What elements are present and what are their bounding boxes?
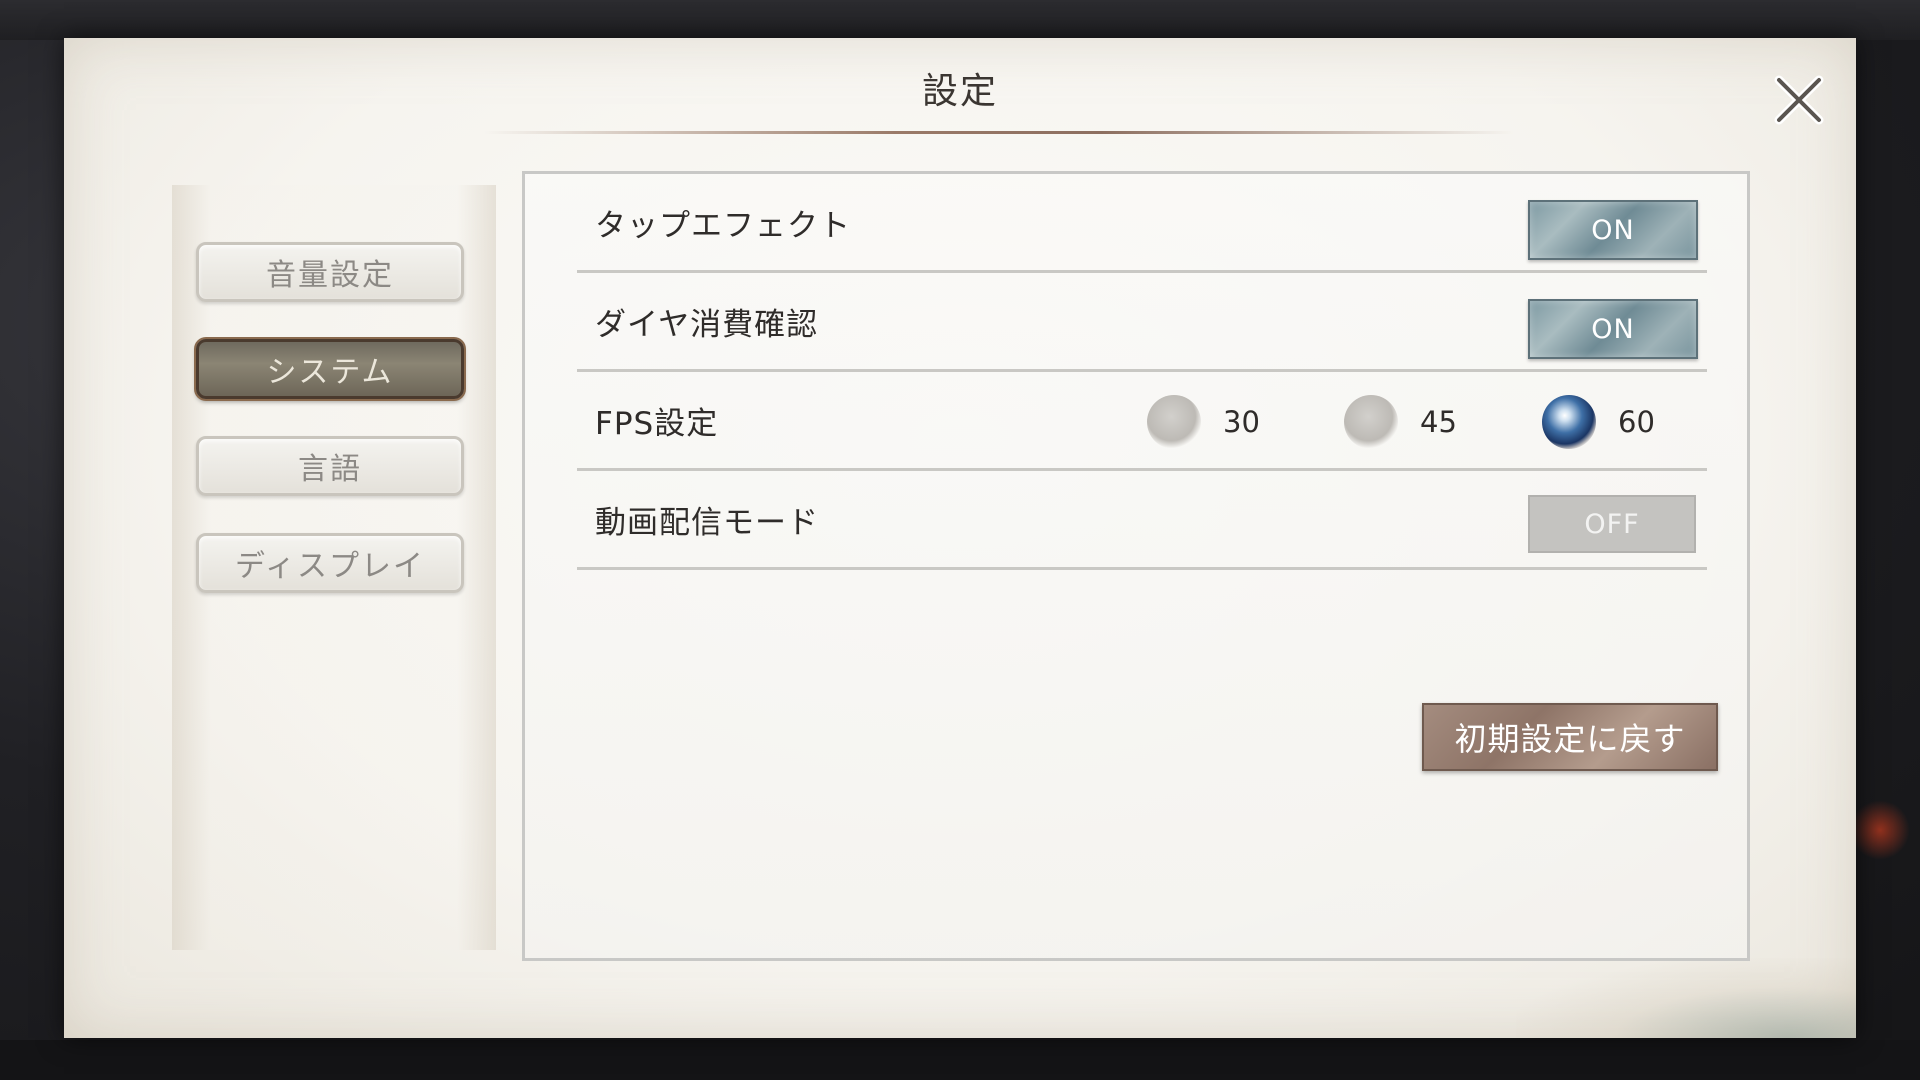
diamond-confirm-toggle[interactable]: ON <box>1528 299 1698 359</box>
tab-display[interactable]: ディスプレイ <box>196 533 464 593</box>
setting-label: FPS設定 <box>595 406 719 442</box>
close-button[interactable] <box>1769 70 1829 130</box>
setting-label: ダイヤ消費確認 <box>595 307 819 343</box>
radio-unselected-icon <box>1344 395 1398 449</box>
setting-row-tap-effect: タップエフェクト ON <box>577 174 1707 273</box>
close-x-icon <box>1774 75 1824 125</box>
tab-system[interactable]: システム <box>196 339 464 399</box>
fps-option-60[interactable]: 60 <box>1542 392 1655 452</box>
fps-option-label: 60 <box>1618 405 1655 439</box>
blue-orb-icon <box>1542 395 1596 449</box>
tab-label: システム <box>266 355 394 390</box>
fps-option-30[interactable]: 30 <box>1147 392 1260 452</box>
tap-effect-toggle[interactable]: ON <box>1528 200 1698 260</box>
setting-label: タップエフェクト <box>595 208 851 244</box>
tab-label: 音量設定 <box>266 258 394 293</box>
fps-option-label: 45 <box>1420 405 1457 439</box>
setting-label: 動画配信モード <box>595 505 819 541</box>
backdrop-top-strip <box>0 0 1920 40</box>
backdrop-bottom-strip <box>0 1040 1920 1080</box>
settings-sidebar: 音量設定 システム 言語 ディスプレイ <box>172 185 496 950</box>
setting-row-diamond-confirm: ダイヤ消費確認 ON <box>577 273 1707 372</box>
settings-dialog: 設定 音量設定 システム 言語 ディスプレイ タップエフェクト ON ダイヤ消費… <box>64 38 1856 1038</box>
tab-language[interactable]: 言語 <box>196 436 464 496</box>
streaming-mode-toggle[interactable]: OFF <box>1528 495 1696 553</box>
tab-volume-settings[interactable]: 音量設定 <box>196 242 464 302</box>
backdrop-red-accent <box>1850 800 1910 860</box>
dialog-corner-decoration <box>1516 958 1856 1038</box>
tab-label: ディスプレイ <box>235 549 425 584</box>
tab-label: 言語 <box>298 452 362 487</box>
reset-defaults-button[interactable]: 初期設定に戻す <box>1422 703 1718 771</box>
fps-option-45[interactable]: 45 <box>1344 392 1457 452</box>
setting-row-streaming-mode: 動画配信モード OFF <box>577 471 1707 570</box>
fps-option-label: 30 <box>1223 405 1260 439</box>
title-divider <box>484 131 1514 134</box>
setting-row-fps: FPS設定 30 45 60 <box>577 372 1707 471</box>
dialog-title: 設定 <box>921 71 998 112</box>
settings-content-panel: タップエフェクト ON ダイヤ消費確認 ON FPS設定 30 45 60 動画… <box>522 171 1750 961</box>
radio-unselected-icon <box>1147 395 1201 449</box>
